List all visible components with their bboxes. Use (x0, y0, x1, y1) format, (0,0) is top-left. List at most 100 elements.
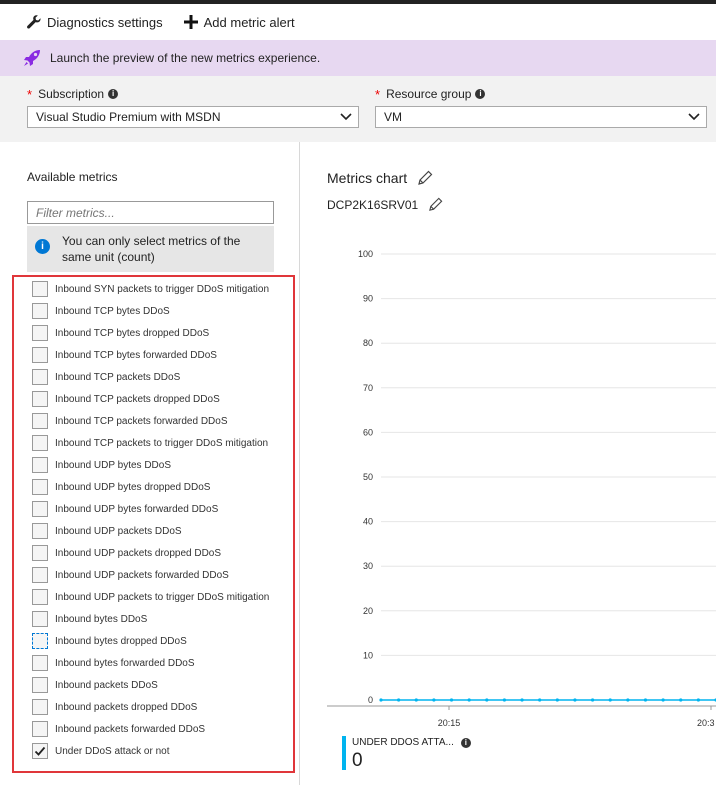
checkbox[interactable] (32, 281, 48, 297)
checkbox[interactable] (32, 699, 48, 715)
metric-item[interactable]: Inbound bytes DDoS (14, 608, 293, 630)
checkbox[interactable] (32, 435, 48, 451)
checkbox[interactable] (32, 721, 48, 737)
available-metrics-panel: Available metrics i You can only select … (0, 142, 300, 785)
rocket-icon (24, 50, 40, 66)
metric-item[interactable]: Under DDoS attack or not (14, 740, 293, 762)
data-point (397, 698, 401, 702)
info-icon[interactable]: i (108, 89, 119, 99)
data-point (538, 698, 542, 702)
legend-series-name: UNDER DDOS ATTA... (352, 737, 454, 748)
metric-item[interactable]: Inbound TCP packets forwarded DDoS (14, 410, 293, 432)
x-tick-label: 20:3 (697, 718, 715, 728)
resource-group-value: VM (384, 110, 402, 124)
metric-item[interactable]: Inbound SYN packets to trigger DDoS miti… (14, 278, 293, 300)
checkbox[interactable] (32, 479, 48, 495)
metric-item[interactable]: Inbound UDP packets dropped DDoS (14, 542, 293, 564)
checkbox[interactable] (32, 589, 48, 605)
plus-icon (183, 15, 198, 29)
chart-legend[interactable]: UNDER DDOS ATTA... i 0 (342, 736, 482, 772)
checkbox[interactable] (32, 655, 48, 671)
y-tick-label: 40 (363, 517, 373, 527)
metric-label: Inbound bytes forwarded DDoS (55, 657, 195, 669)
checkbox[interactable] (32, 567, 48, 583)
metric-item[interactable]: Inbound TCP packets to trigger DDoS miti… (14, 432, 293, 454)
metric-list: Inbound SYN packets to trigger DDoS miti… (12, 275, 295, 773)
y-tick-label: 10 (363, 650, 373, 660)
checkbox[interactable] (32, 501, 48, 517)
checkbox[interactable] (32, 457, 48, 473)
y-tick-label: 30 (363, 561, 373, 571)
checkbox[interactable] (32, 413, 48, 429)
metric-item[interactable]: Inbound packets dropped DDoS (14, 696, 293, 718)
checkbox[interactable] (32, 369, 48, 385)
chart-title-row: Metrics chart (327, 170, 433, 186)
checkbox[interactable] (32, 523, 48, 539)
checkbox[interactable] (32, 325, 48, 341)
checkbox[interactable] (32, 347, 48, 363)
checkbox-checked[interactable] (32, 743, 48, 759)
checkbox[interactable] (32, 677, 48, 693)
info-icon[interactable]: i (475, 89, 486, 99)
data-point (696, 698, 700, 702)
y-tick-label: 100 (358, 249, 373, 259)
metric-label: Inbound UDP packets DDoS (55, 525, 182, 537)
data-point (643, 698, 648, 702)
resource-group-select[interactable]: VM (375, 106, 707, 128)
available-metrics-title: Available metrics (27, 170, 118, 184)
data-point (679, 698, 683, 702)
metric-item[interactable]: Inbound UDP bytes dropped DDoS (14, 476, 293, 498)
metric-label: Inbound TCP bytes dropped DDoS (55, 327, 210, 339)
metric-item[interactable]: Inbound TCP bytes forwarded DDoS (14, 344, 293, 366)
metric-item[interactable]: Inbound bytes forwarded DDoS (14, 652, 293, 674)
metric-item[interactable]: Inbound TCP packets dropped DDoS (14, 388, 293, 410)
metric-item[interactable]: Inbound packets DDoS (14, 674, 293, 696)
checkmark-icon (34, 746, 46, 756)
checkbox[interactable] (32, 633, 48, 649)
subscription-select[interactable]: Visual Studio Premium with MSDN (27, 106, 359, 128)
metric-item[interactable]: Inbound UDP bytes forwarded DDoS (14, 498, 293, 520)
metric-item[interactable]: Inbound TCP bytes dropped DDoS (14, 322, 293, 344)
add-metric-alert-button[interactable]: Add metric alert (183, 14, 295, 30)
data-point (485, 698, 489, 702)
chart-title: Metrics chart (327, 170, 408, 186)
preview-banner[interactable]: Launch the preview of the new metrics ex… (0, 40, 716, 76)
unit-note: i You can only select metrics of the sam… (27, 226, 274, 272)
metric-label: Inbound TCP bytes DDoS (55, 305, 170, 317)
info-icon[interactable]: i (460, 737, 471, 748)
metrics-line-chart[interactable]: 0 10 20 30 40 50 60 70 80 90 100 20:15 20:3 (301, 242, 716, 732)
metric-label: Inbound TCP packets to trigger DDoS miti… (55, 437, 269, 449)
metrics-chart-panel: Metrics chart DCP2K16SRV01 0 10 20 30 40 50 60… (301, 142, 716, 785)
checkbox[interactable] (32, 303, 48, 319)
pencil-icon[interactable] (417, 170, 433, 186)
checkbox[interactable] (32, 545, 48, 561)
filters-bar: * Subscription i Visual Studio Premium w… (0, 76, 716, 142)
metric-item[interactable]: Inbound UDP packets to trigger DDoS miti… (14, 586, 293, 608)
metric-label: Inbound UDP packets dropped DDoS (55, 547, 222, 559)
checkbox[interactable] (32, 611, 48, 627)
metric-item[interactable]: Inbound UDP packets forwarded DDoS (14, 564, 293, 586)
data-point (520, 698, 524, 702)
required-star: * (27, 86, 33, 102)
subscription-group: * Subscription i Visual Studio Premium w… (27, 86, 359, 128)
metric-item[interactable]: Inbound TCP packets DDoS (14, 366, 293, 388)
metric-item[interactable]: Inbound packets forwarded DDoS (14, 718, 293, 740)
pencil-icon[interactable] (428, 197, 443, 212)
resource-group-label-row: * Resource group i (375, 86, 707, 102)
chart-subtitle: DCP2K16SRV01 (327, 197, 419, 212)
checkbox[interactable] (32, 391, 48, 407)
metric-item[interactable]: Inbound TCP bytes DDoS (14, 300, 293, 322)
filter-metrics-input[interactable] (27, 201, 274, 224)
diagnostics-settings-button[interactable]: Diagnostics settings (26, 14, 163, 30)
subscription-label-row: * Subscription i (27, 86, 359, 102)
chart-subtitle-row: DCP2K16SRV01 (327, 197, 443, 212)
data-point (449, 698, 454, 702)
metric-label: Inbound packets dropped DDoS (55, 701, 198, 713)
metric-item[interactable]: Inbound bytes dropped DDoS (14, 630, 293, 652)
data-point (432, 698, 436, 702)
metric-item[interactable]: Inbound UDP packets DDoS (14, 520, 293, 542)
metric-label: Inbound TCP packets DDoS (55, 371, 181, 383)
metric-label: Under DDoS attack or not (55, 745, 170, 757)
metric-item[interactable]: Inbound UDP bytes DDoS (14, 454, 293, 476)
metric-label: Inbound TCP packets forwarded DDoS (55, 415, 228, 427)
